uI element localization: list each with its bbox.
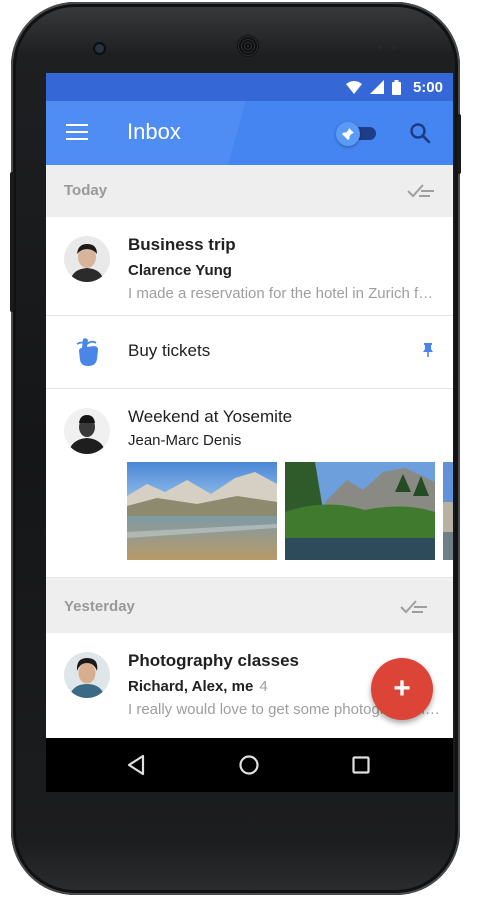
back-button[interactable] (123, 751, 151, 779)
plus-icon: + (393, 672, 411, 705)
reminder-finger-icon (76, 338, 98, 366)
email-subject: Business trip (128, 235, 236, 254)
wifi-icon (345, 80, 362, 94)
email-subject: Weekend at Yosemite (128, 407, 293, 426)
home-icon (239, 755, 259, 775)
email-subject: Photography classes (128, 651, 300, 670)
phone-frame: 5:00 Inbox Today Business trip Clarence … (10, 2, 461, 895)
cell-signal-icon (369, 80, 384, 94)
menu-icon (66, 124, 88, 126)
app-title: Inbox (127, 119, 181, 144)
front-camera (95, 44, 104, 53)
sweep-button[interactable] (399, 596, 429, 618)
sweep-icon (407, 184, 434, 198)
pinned-toggle[interactable] (336, 122, 378, 146)
reminder-title: Buy tickets (128, 341, 211, 360)
status-time: 5:00 (412, 78, 443, 96)
menu-button[interactable] (66, 124, 88, 142)
power-button (457, 114, 461, 174)
reminder-item-buy-tickets[interactable]: Buy tickets (46, 316, 453, 389)
volume-button (10, 172, 14, 312)
pin-icon (342, 128, 354, 140)
pin-icon[interactable] (422, 343, 434, 357)
email-item-weekend-yosemite[interactable]: Weekend at Yosemite Jean-Marc Denis (46, 389, 453, 578)
email-sender: Clarence Yung (128, 262, 232, 279)
recents-button[interactable] (347, 751, 375, 779)
section-header-yesterday: Yesterday (46, 581, 453, 633)
email-sender: Jean-Marc Denis (128, 432, 242, 449)
search-icon (410, 123, 431, 144)
app-bar: Inbox (46, 101, 453, 165)
home-button[interactable] (235, 751, 263, 779)
sweep-icon (400, 600, 427, 614)
avatar (64, 236, 110, 282)
email-participants: Richard, Alex, me (128, 678, 254, 695)
photo-thumbnail[interactable] (443, 462, 453, 560)
email-sender: Richard, Alex, me 4 (128, 678, 268, 695)
back-icon (127, 754, 145, 776)
email-item-business-trip[interactable]: Business trip Clarence Yung I made a res… (46, 217, 453, 316)
section-header-today: Today (46, 165, 453, 217)
avatar (64, 652, 110, 698)
earpiece-speaker (237, 35, 259, 57)
battery-icon (391, 79, 401, 95)
photo-thumbnail[interactable] (285, 462, 435, 560)
thread-count: 4 (259, 678, 268, 695)
toggle-knob (336, 122, 360, 146)
section-label: Yesterday (64, 598, 135, 615)
status-bar: 5:00 (46, 73, 453, 101)
screen: 5:00 Inbox Today Business trip Clarence … (46, 73, 453, 792)
photo-thumbnail[interactable] (127, 462, 277, 560)
compose-fab[interactable]: + (371, 658, 433, 720)
navigation-bar (46, 738, 453, 792)
email-snippet: I made a reservation for the hotel in Zu… (128, 285, 440, 302)
proximity-sensor (378, 45, 383, 50)
light-sensor (392, 45, 397, 50)
section-label: Today (64, 182, 108, 199)
recents-icon (352, 756, 370, 774)
sweep-button[interactable] (406, 180, 436, 202)
avatar (64, 408, 110, 454)
search-button[interactable] (408, 121, 432, 145)
